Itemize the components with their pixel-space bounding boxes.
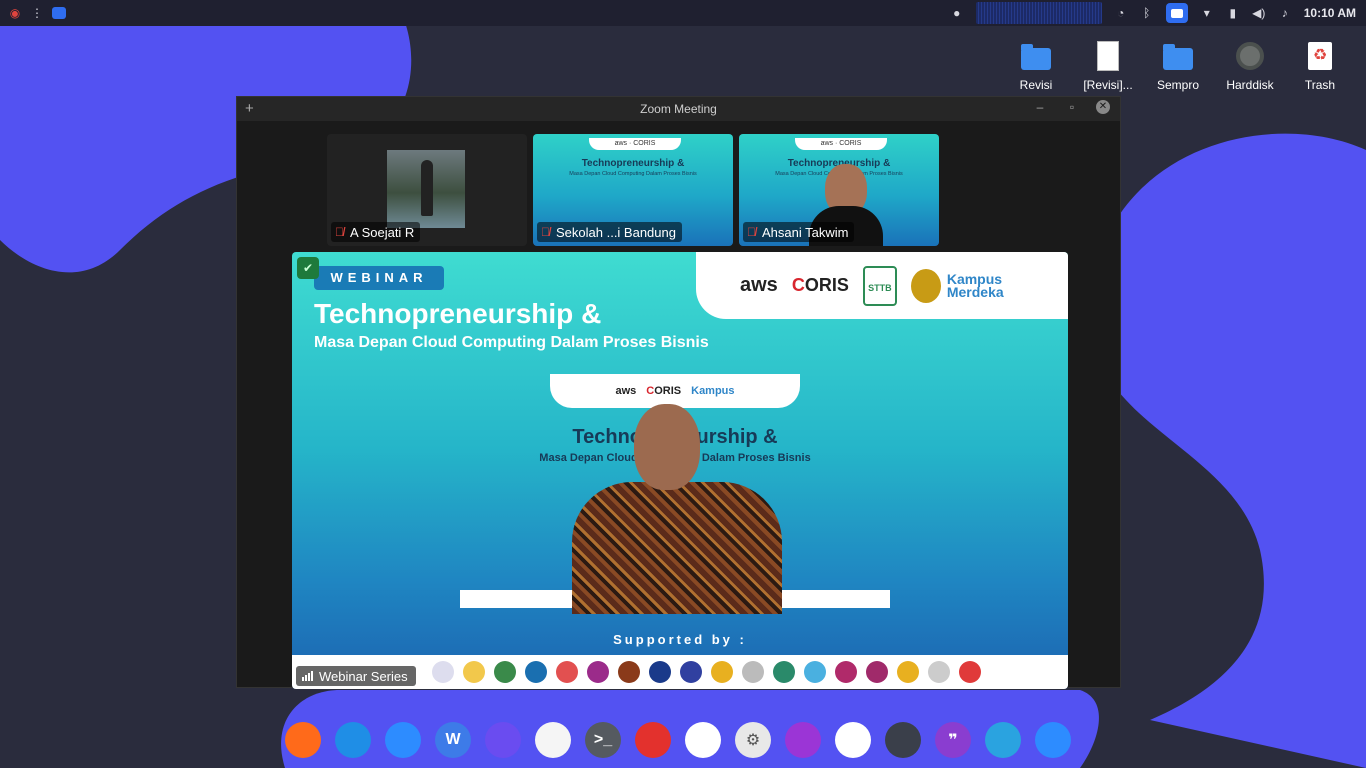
mic-muted-icon: 🎙̸ xyxy=(747,225,756,239)
coris-logo: CORIS xyxy=(791,275,849,295)
signal-bars-icon xyxy=(302,671,313,681)
wifi-icon[interactable]: ▾ xyxy=(1200,6,1214,20)
participant-name: A Soejati R xyxy=(350,224,415,240)
sttb-logo: STTB xyxy=(862,265,897,306)
zoom-icon[interactable] xyxy=(385,722,421,758)
battery-icon[interactable]: ▮ xyxy=(1226,6,1240,20)
slide-subtitle: Masa Depan Cloud Computing Dalam Proses … xyxy=(314,334,709,351)
notification-dot-icon[interactable]: ● xyxy=(950,6,964,20)
clock[interactable]: 10:10 AM xyxy=(1304,6,1356,20)
presenter-name: Webinar Series xyxy=(319,668,408,684)
bell-icon[interactable]: ♪ xyxy=(1278,6,1292,20)
gimp-icon[interactable] xyxy=(535,722,571,758)
desktop-icon-label: Revisi xyxy=(1019,78,1053,92)
mic-muted-icon: 🎙̸ xyxy=(541,225,550,239)
telegram-icon[interactable] xyxy=(985,722,1021,758)
kampus-merdeka-logo: Kampus Merdeka xyxy=(910,268,1004,303)
photos-icon[interactable] xyxy=(685,722,721,758)
zoom-meeting-window: + Zoom Meeting – ▫ ✕ 🎙̸ A Soejati R aws … xyxy=(236,96,1121,689)
presenter-name-bar: Webinar Series xyxy=(296,666,416,686)
zoom-tray-icon[interactable] xyxy=(1165,3,1188,23)
desktop-icon-label: Sempro xyxy=(1156,78,1200,92)
mini-slide-subtitle: Masa Depan Cloud Computing Dalam Proses … xyxy=(569,171,697,177)
dock: W >_ ⚙ ❞ xyxy=(285,718,1071,762)
media-player-icon[interactable] xyxy=(885,722,921,758)
plus-icon[interactable]: + xyxy=(245,100,254,117)
pdf-reader-icon[interactable] xyxy=(635,722,671,758)
mini-logo-bar: aws · CORIS xyxy=(589,138,681,150)
mic-muted-icon: 🎙̸ xyxy=(335,225,344,239)
supported-by-label: Supported by : xyxy=(613,632,747,647)
terminal-icon[interactable]: >_ xyxy=(585,722,621,758)
participant-name-bar: 🎙̸ A Soejati R xyxy=(331,222,421,242)
desktop-icon-revisi[interactable]: Revisi xyxy=(1001,40,1071,92)
inner-logo-bar: aws CORIS Kampus xyxy=(550,374,800,408)
window-title: Zoom Meeting xyxy=(640,102,717,116)
participant-tile[interactable]: 🎙̸ A Soejati R xyxy=(327,134,527,246)
vpn-icon[interactable]: ◔ xyxy=(1114,6,1128,20)
participant-video xyxy=(387,150,465,228)
trash-icon: ♻ xyxy=(1304,40,1336,72)
desktop-icon-harddisk[interactable]: Harddisk xyxy=(1215,40,1285,92)
settings-icon[interactable]: ⚙ xyxy=(735,722,771,758)
app-menu-icon[interactable]: ◉ xyxy=(8,6,22,20)
participant-name-bar: 🎙̸ Sekolah ...i Bandung xyxy=(537,222,682,242)
zoom-icon-2[interactable] xyxy=(1035,722,1071,758)
participant-name: Ahsani Takwim xyxy=(762,224,849,240)
participant-tile[interactable]: aws · CORIS Technopreneurship & Masa Dep… xyxy=(739,134,939,246)
firefox-icon[interactable] xyxy=(285,722,321,758)
close-button[interactable]: ✕ xyxy=(1096,100,1110,114)
harddisk-icon xyxy=(1234,40,1266,72)
sponsor-logos-header: aws CORIS STTB Kampus Merdeka xyxy=(696,252,1068,319)
network-graph-icon xyxy=(975,2,1102,24)
window-titlebar[interactable]: + Zoom Meeting – ▫ ✕ xyxy=(237,97,1120,121)
desktop-icon-label: Harddisk xyxy=(1226,78,1274,92)
desktop-icon-label: Trash xyxy=(1304,78,1336,92)
shield-icon[interactable]: ✔ xyxy=(297,257,319,279)
document-icon xyxy=(1092,40,1124,72)
bluetooth-icon[interactable]: ᛒ xyxy=(1140,6,1154,20)
participant-tile[interactable]: aws · CORIS Technopreneurship & Masa Dep… xyxy=(533,134,733,246)
desktop-icon-revisi-doc[interactable]: [Revisi]... xyxy=(1073,40,1143,92)
participant-name-bar: 🎙̸ Ahsani Takwim xyxy=(743,222,855,242)
files-icon[interactable] xyxy=(485,722,521,758)
quote-app-icon[interactable]: ❞ xyxy=(935,722,971,758)
mini-logo-bar: aws · CORIS xyxy=(795,138,887,150)
desktop-icon-trash[interactable]: ♻ Trash xyxy=(1285,40,1355,92)
window-list-icon[interactable]: ⋮ xyxy=(30,6,44,20)
webinar-tag: WEBINAR xyxy=(314,266,444,290)
mini-slide-title: Technopreneurship & xyxy=(581,158,685,169)
desktop-icon-sempro[interactable]: Sempro xyxy=(1143,40,1213,92)
zoom-app-icon[interactable] xyxy=(52,6,66,20)
desktop-icon-label: [Revisi]... xyxy=(1083,78,1133,92)
minimize-button[interactable]: – xyxy=(1032,100,1048,114)
folder-icon xyxy=(1162,40,1194,72)
wps-writer-icon[interactable]: W xyxy=(435,722,471,758)
shared-screen[interactable]: ✔ WEBINAR Technopreneurship & Masa Depan… xyxy=(292,252,1068,689)
presenter-video xyxy=(562,404,792,614)
folder-icon xyxy=(1020,40,1052,72)
emblem-icon xyxy=(910,268,941,303)
aws-logo: aws xyxy=(740,274,778,296)
slide-title: Technopreneurship & xyxy=(314,298,602,329)
restore-button[interactable]: ▫ xyxy=(1064,100,1080,114)
virtualbox-icon[interactable] xyxy=(835,722,871,758)
vscode-icon[interactable] xyxy=(335,722,371,758)
screen-recorder-icon[interactable] xyxy=(785,722,821,758)
top-panel: ◉ ⋮ ● ◔ ᛒ ▾ ▮ ◀) ♪ 10:10 AM xyxy=(0,0,1366,26)
participant-name: Sekolah ...i Bandung xyxy=(556,224,676,240)
volume-icon[interactable]: ◀) xyxy=(1252,6,1266,20)
